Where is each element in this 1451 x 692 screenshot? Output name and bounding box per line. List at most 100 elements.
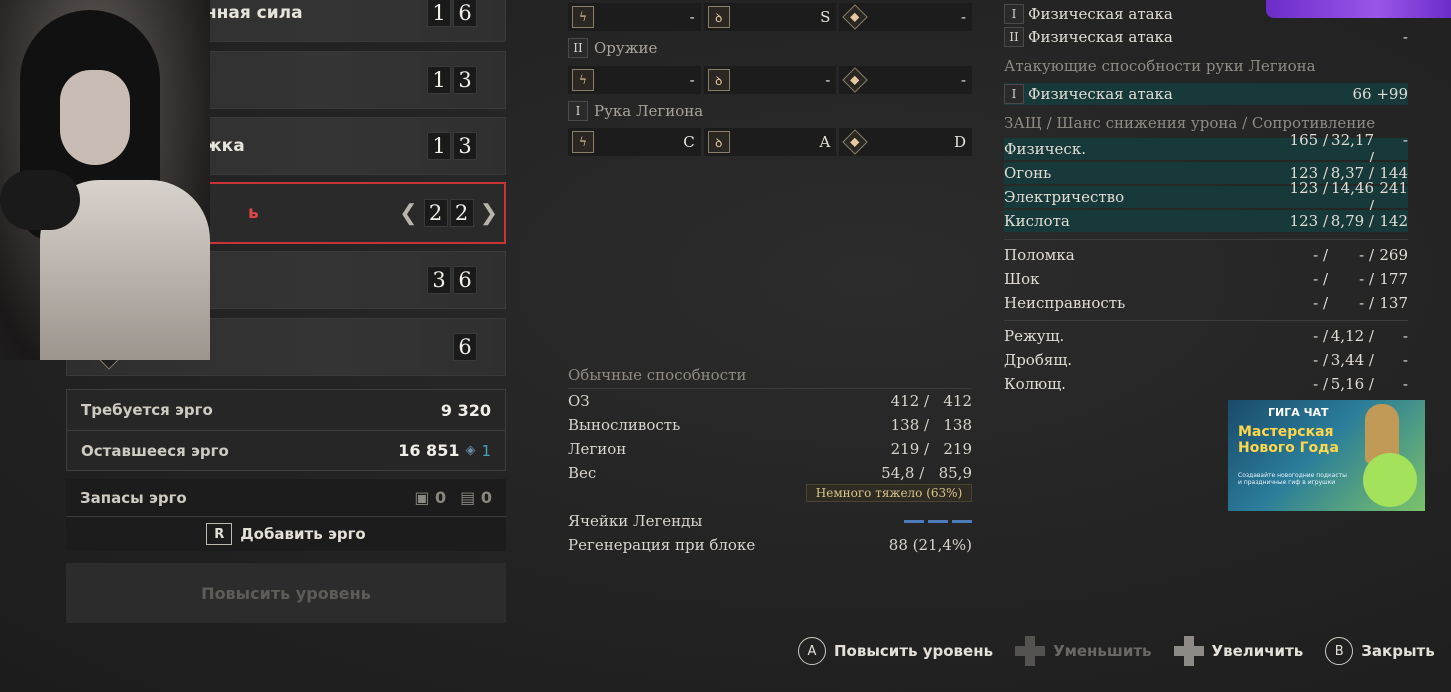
stat-digit: 1: [427, 132, 451, 160]
physical-value-c: -: [1402, 375, 1408, 393]
attack-label: Физическая атака: [1028, 5, 1173, 23]
ergo-summary: Требуется эрго 9 320 Оставшееся эрго 16 …: [66, 389, 506, 471]
lightning-icon: ϟ: [572, 6, 594, 28]
status-label: Поломка: [1004, 246, 1075, 264]
status-row: Неисправность - / - / 137: [1004, 292, 1408, 314]
decrease-prompt[interactable]: Уменьшить: [1015, 636, 1152, 666]
physical-row: Колющ. - /5,16 / -: [1004, 373, 1408, 395]
stat-name: ь: [248, 203, 259, 223]
divider: [1004, 320, 1408, 321]
common-value: 412 / 412: [890, 392, 972, 410]
stat-digit: 6: [453, 266, 477, 294]
ad-headline: Мастерская Нового Года: [1238, 424, 1339, 456]
common-value: 54,8 / 85,9: [881, 464, 972, 482]
defense-label: Огонь: [1004, 164, 1052, 182]
common-row-block-regen: Регенерация при блоке 88 (21,4%): [568, 533, 972, 557]
roman-numeral: I: [568, 101, 588, 121]
defense-label: Электричество: [1004, 188, 1125, 206]
ad-brand: ГИГА ЧАТ: [1268, 406, 1329, 419]
stat-digit: 3: [427, 266, 451, 294]
common-value: 219 / 219: [890, 440, 972, 458]
status-value-a: - /: [1313, 270, 1328, 288]
roman-numeral: I: [1004, 84, 1024, 104]
decrease-arrow-icon[interactable]: ❮: [399, 201, 417, 226]
legion-attack-label: Физическая атака: [1028, 85, 1173, 103]
prompt-label: Повысить уровень: [834, 642, 994, 660]
microphone: [0, 170, 80, 230]
common-abilities-title: Обычные способности: [568, 366, 972, 389]
button-prompts: A Повысить уровень Уменьшить Увеличить B…: [798, 636, 1435, 666]
common-label: Вес: [568, 464, 597, 482]
close-prompt[interactable]: B Закрыть: [1325, 637, 1435, 665]
defense-row: Кислота 123 /8,79 / 142: [1004, 210, 1408, 232]
stat-digit: 2: [449, 199, 474, 227]
physical-value-a: - /: [1313, 327, 1328, 345]
ergo-gem-count: 1: [481, 441, 491, 460]
stat-digit: 2: [423, 199, 448, 227]
ergo-reserves: Запасы эрго ▣ 0 ▤ 0 R Добавить эрго: [66, 479, 506, 551]
roman-numeral: II: [568, 38, 588, 58]
legion-attack-row: I Физическая атака 66 +99: [1004, 83, 1408, 105]
stat-digit: 3: [453, 132, 477, 160]
status-value-c: 177: [1379, 270, 1408, 288]
common-label: Ячейки Легенды: [568, 512, 703, 530]
add-ergo-button[interactable]: R Добавить эрго: [66, 517, 506, 551]
physical-value-b: 4,12 /: [1330, 327, 1374, 345]
legend-cells-indicator: [904, 519, 972, 523]
reserve-b-icon: ▤: [460, 488, 476, 507]
dpad-icon: [1173, 636, 1204, 666]
roman-numeral: II: [1004, 27, 1024, 47]
increase-arrow-icon[interactable]: ❯: [480, 201, 498, 226]
defense-row: Электричество 123 /14,46 /241: [1004, 179, 1408, 215]
common-row-stamina: Выносливость 138 / 138: [568, 413, 972, 437]
common-label: Легион: [568, 440, 627, 458]
a-button-icon: A: [798, 637, 826, 665]
weapon-subheader: II Оружие: [568, 38, 657, 58]
scaling-row-2: ϟ- ꝺ- ◆ -: [568, 66, 973, 94]
add-ergo-label: Добавить эрго: [240, 525, 366, 543]
scaling-row-1: ϟ - ꝺ S ◆ -: [568, 3, 973, 31]
physical-label: Дробящ.: [1004, 351, 1073, 369]
level-up-button[interactable]: Повысить уровень: [66, 563, 506, 623]
technique-icon: ꝺ: [707, 69, 730, 91]
common-label: Регенерация при блоке: [568, 536, 756, 554]
talent-diamond-icon: ◆: [842, 129, 869, 155]
advertisement-banner[interactable]: ГИГА ЧАТ Мастерская Нового Года Создавай…: [1228, 400, 1425, 511]
status-row: Шок - / - / 177: [1004, 268, 1408, 290]
status-value-c: 269: [1379, 246, 1408, 264]
common-value: 138 / 138: [890, 416, 972, 434]
scaling-value: -: [960, 8, 967, 26]
talent-diamond-icon: ◆: [842, 67, 869, 93]
defense-value-c: 142: [1379, 212, 1408, 230]
increase-prompt[interactable]: Увеличить: [1173, 636, 1303, 666]
status-row: Поломка - / - / 269: [1004, 244, 1408, 266]
reserves-label: Запасы эрго: [80, 488, 187, 507]
status-value-a: - /: [1313, 246, 1328, 264]
stat-digit: 1: [427, 0, 451, 27]
legion-attack-title: Атакующие способности руки Легиона: [1004, 57, 1316, 75]
physical-value-a: - /: [1313, 351, 1328, 369]
common-row-hp: ОЗ 412 / 412: [568, 389, 972, 413]
technique-icon: ꝺ: [707, 6, 730, 28]
scaling-value: -: [689, 71, 695, 89]
physical-row: Режущ. - /4,12 / -: [1004, 325, 1408, 347]
common-value: 88 (21,4%): [888, 536, 972, 554]
lightning-icon: ϟ: [572, 69, 594, 91]
weapon-label: Оружие: [594, 39, 658, 57]
r-key-icon: R: [206, 523, 233, 545]
scaling-value: C: [683, 133, 695, 151]
prompt-label: Уменьшить: [1053, 642, 1152, 660]
common-row-weight: Вес 54,8 / 85,9: [568, 461, 972, 485]
remaining-ergo-value: 16 851: [398, 441, 460, 460]
divider: [1004, 239, 1408, 240]
common-row-legend-cells: Ячейки Легенды: [568, 509, 972, 533]
scaling-value: -: [960, 71, 967, 89]
roman-numeral: I: [1004, 4, 1024, 24]
legion-arm-subheader: I Рука Легиона: [568, 101, 703, 121]
level-up-prompt[interactable]: A Повысить уровень: [798, 637, 993, 665]
reserve-a-count: 0: [435, 488, 447, 507]
stat-digit: 6: [453, 0, 477, 27]
attack-row-2: II Физическая атака -: [1004, 26, 1408, 48]
status-value-c: 137: [1379, 294, 1408, 312]
ad-subtext: Создавайте новогодние подкасты и праздни…: [1238, 472, 1347, 486]
